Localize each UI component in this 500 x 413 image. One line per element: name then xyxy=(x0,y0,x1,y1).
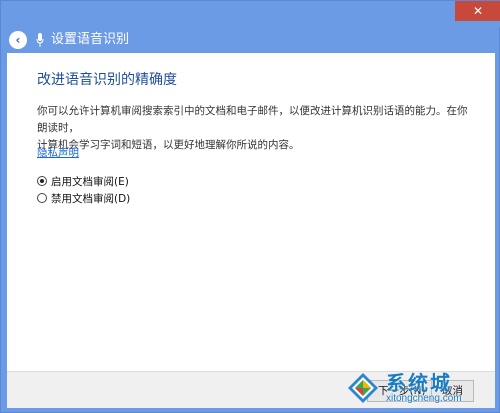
close-icon: ✕ xyxy=(472,4,484,18)
footer-bar: 下一步(N) 取消 xyxy=(7,371,495,408)
radio-enable-review[interactable] xyxy=(37,176,47,186)
nav-bar: ‹ 设置语音识别 xyxy=(7,27,495,53)
description-line-2: 计算机会学习字词和短语，以更好地理解你所说的内容。 xyxy=(37,139,300,151)
option-disable-review[interactable]: 禁用文档审阅(D) xyxy=(37,190,130,206)
microphone-icon xyxy=(36,33,44,47)
privacy-statement-link[interactable]: 隐私声明 xyxy=(37,145,79,160)
wizard-window: ✕ ‹ 设置语音识别 改进语音识别的精确度 你可以允许计算机审阅搜索索引中的文档… xyxy=(0,0,500,413)
content-panel: 改进语音识别的精确度 你可以允许计算机审阅搜索索引中的文档和电子邮件，以便改进计… xyxy=(7,53,495,371)
next-button[interactable]: 下一步(N) xyxy=(367,380,437,402)
description-line-1: 你可以允许计算机审阅搜索索引中的文档和电子邮件，以便改进计算机识别话语的能力。在… xyxy=(37,105,468,134)
cancel-button[interactable]: 取消 xyxy=(431,380,474,402)
radio-disable-review[interactable] xyxy=(37,193,47,203)
description-text: 你可以允许计算机审阅搜索索引中的文档和电子邮件，以便改进计算机识别话语的能力。在… xyxy=(37,103,477,154)
back-button[interactable]: ‹ xyxy=(9,31,27,49)
title-bar: ✕ xyxy=(1,1,500,27)
option-enable-label: 启用文档审阅(E) xyxy=(51,175,129,188)
close-button[interactable]: ✕ xyxy=(455,1,500,21)
back-arrow-icon: ‹ xyxy=(15,33,21,47)
page-heading: 改进语音识别的精确度 xyxy=(37,72,177,88)
option-enable-review[interactable]: 启用文档审阅(E) xyxy=(37,173,129,189)
option-disable-label: 禁用文档审阅(D) xyxy=(51,192,131,205)
wizard-title: 设置语音识别 xyxy=(51,32,130,47)
